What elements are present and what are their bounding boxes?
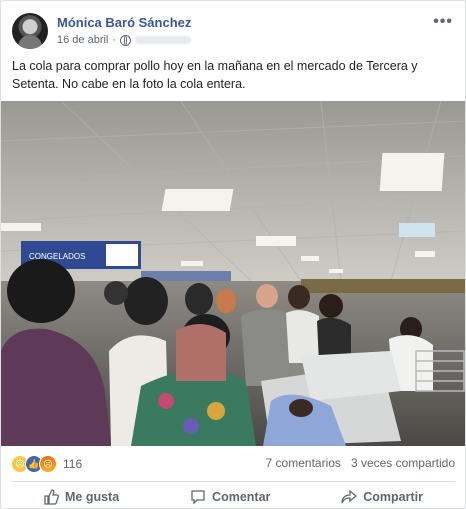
engagement-counts: 7 comentarios 3 veces compartido bbox=[266, 456, 455, 470]
angry-reaction-icon: ☹ bbox=[39, 455, 57, 473]
post-actions: Me gusta Comentar Compartir bbox=[11, 485, 455, 508]
share-button[interactable]: Compartir bbox=[309, 485, 455, 508]
comment-button[interactable]: Comentar bbox=[158, 485, 302, 508]
post-text: La cola para comprar pollo hoy en la mañ… bbox=[12, 59, 418, 91]
post-card: Mónica Baró Sánchez 16 de abril · ••• La… bbox=[0, 0, 466, 509]
share-label: Compartir bbox=[363, 490, 423, 504]
divider bbox=[11, 481, 455, 482]
like-button[interactable]: Me gusta bbox=[11, 485, 151, 508]
comment-icon bbox=[191, 490, 205, 505]
post-photo[interactable]: CONGELADOS bbox=[1, 101, 465, 446]
reactions-summary[interactable]: ☹ 👍 ☹ 116 bbox=[11, 455, 82, 473]
post-meta: 16 de abril · bbox=[57, 34, 192, 46]
shares-count[interactable]: 3 veces compartido bbox=[351, 456, 455, 470]
author-name[interactable]: Mónica Baró Sánchez bbox=[57, 15, 191, 30]
avatar[interactable] bbox=[12, 13, 48, 49]
reaction-count: 116 bbox=[63, 457, 83, 471]
market-queue-photo: CONGELADOS bbox=[1, 101, 465, 446]
thumbs-up-icon bbox=[44, 489, 59, 505]
like-label: Me gusta bbox=[65, 490, 120, 504]
globe-icon bbox=[120, 34, 132, 46]
more-options-icon[interactable]: ••• bbox=[433, 13, 453, 31]
blurred-location bbox=[135, 36, 192, 44]
post-header: Mónica Baró Sánchez 16 de abril · ••• bbox=[12, 13, 455, 53]
comments-count[interactable]: 7 comentarios bbox=[266, 456, 341, 470]
post-date[interactable]: 16 de abril bbox=[57, 34, 108, 46]
post-stats: ☹ 👍 ☹ 116 7 comentarios 3 veces comparti… bbox=[11, 453, 455, 475]
share-arrow-icon bbox=[341, 489, 358, 504]
comment-label: Comentar bbox=[212, 490, 271, 504]
